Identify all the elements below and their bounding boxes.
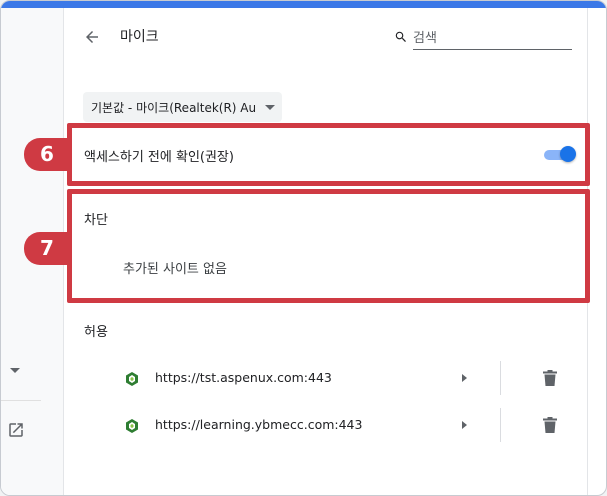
chevron-right-icon[interactable]	[462, 421, 467, 429]
top-accent-bar	[1, 1, 606, 8]
site-url: https://learning.ybmecc.com:443	[155, 417, 363, 432]
block-empty-text: 추가된 사이트 없음	[123, 262, 227, 277]
microphone-settings: 마이크 기본값 - 마이크(Realtek(R) Au 6 액세스하기 전에 확…	[24, 8, 590, 495]
page-title: 마이크	[120, 29, 159, 45]
site-url: https://tst.aspenux.com:443	[155, 370, 332, 385]
dropdown-caret-icon	[265, 105, 275, 110]
site-favicon-icon	[126, 419, 138, 433]
row-divider	[500, 408, 501, 442]
ask-before-access-label: 액세스하기 전에 확인(권장)	[84, 150, 234, 165]
back-arrow-icon[interactable]	[83, 28, 101, 46]
search-icon	[395, 31, 406, 42]
row-divider	[500, 361, 501, 395]
expand-caret-icon[interactable]	[10, 368, 20, 373]
highlight-box-block	[67, 189, 590, 303]
allow-section-title: 허용	[84, 325, 108, 340]
toggle-knob	[560, 146, 576, 162]
step-marker-6: 6	[24, 138, 70, 171]
external-link-icon[interactable]	[7, 421, 25, 439]
browser-settings-panel: 마이크 기본값 - 마이크(Realtek(R) Au 6 액세스하기 전에 확…	[0, 0, 607, 496]
step-marker-7: 7	[24, 232, 70, 265]
chevron-right-icon[interactable]	[462, 374, 467, 382]
microphone-select-value: 기본값 - 마이크(Realtek(R) Au	[91, 101, 257, 115]
sidebar-divider	[1, 400, 41, 401]
site-row[interactable]: https://tst.aspenux.com:443	[64, 355, 587, 401]
search-input[interactable]	[413, 28, 572, 50]
microphone-select[interactable]: 기본값 - 마이크(Realtek(R) Au	[83, 92, 282, 122]
trash-icon[interactable]	[543, 370, 557, 386]
trash-icon[interactable]	[543, 417, 557, 433]
ask-before-access-toggle[interactable]	[542, 146, 576, 162]
site-row[interactable]: https://learning.ybmecc.com:443	[64, 402, 587, 448]
site-favicon-icon	[126, 372, 138, 386]
block-section-title: 차단	[84, 213, 108, 228]
